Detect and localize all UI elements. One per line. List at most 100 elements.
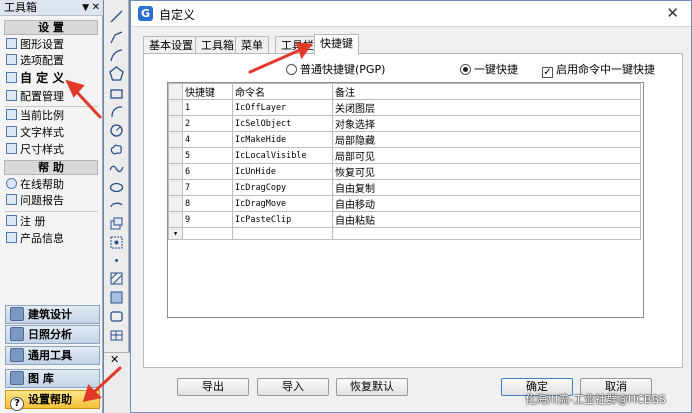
cell-command[interactable]: IcDragMove [232, 195, 333, 212]
table-row[interactable]: 5 IcLocalVisible 局部可见 [168, 147, 641, 164]
table-row[interactable]: 9 IcPasteClip 自由粘贴 [168, 211, 641, 228]
register-icon [6, 215, 17, 226]
rectangle-tool-icon[interactable] [109, 86, 124, 101]
gradient-tool-icon[interactable] [109, 290, 124, 305]
cell-key[interactable]: 8 [182, 195, 233, 212]
cell-key[interactable]: 5 [182, 147, 233, 164]
table-tool-icon[interactable] [109, 328, 124, 343]
cell-command[interactable] [232, 227, 333, 240]
close-icon[interactable]: ✕ [92, 0, 100, 16]
cell-remark[interactable]: 局部可见 [332, 147, 641, 164]
insert-block-tool-icon[interactable] [109, 216, 124, 231]
row-header[interactable] [168, 163, 183, 180]
import-button[interactable]: 导入 [257, 378, 329, 396]
toolbox-tab-architecture[interactable]: 建筑设计 [5, 305, 100, 324]
toolbox-item-config-manager[interactable]: 配置管理 [6, 89, 100, 104]
cell-command[interactable]: IcMakeHide [232, 131, 333, 148]
cell-command[interactable]: IcPasteClip [232, 211, 333, 228]
cell-key[interactable]: 7 [182, 179, 233, 196]
checkbox-enable-onekey[interactable]: ✓ 启用命令中一键快捷 [542, 61, 655, 78]
toolbox-item-graphic-settings[interactable]: 图形设置 [6, 37, 100, 52]
cell-remark[interactable]: 自由复制 [332, 179, 641, 196]
radio-normal-shortcut[interactable]: 普通快捷键(PGP) [286, 61, 385, 77]
table-row[interactable]: 8 IcDragMove 自由移动 [168, 195, 641, 212]
row-header[interactable] [168, 147, 183, 164]
cell-key[interactable]: 4 [182, 131, 233, 148]
restore-default-button[interactable]: 恢复默认 [336, 378, 408, 396]
close-icon[interactable]: ✕ [110, 353, 119, 366]
toolbox-tab-general-tools[interactable]: 通用工具 [5, 346, 100, 365]
cell-remark[interactable]: 恢复可见 [332, 163, 641, 180]
cell-command[interactable]: IcSelObject [232, 115, 333, 132]
toolbox-item-report-problem[interactable]: 问题报告 [6, 193, 100, 208]
toolbox-item-dim-style[interactable]: 尺寸样式 [6, 142, 100, 157]
row-header[interactable] [168, 211, 183, 228]
region-tool-icon[interactable] [109, 309, 124, 324]
cell-remark[interactable] [332, 227, 641, 240]
cell-key[interactable]: 2 [182, 115, 233, 132]
toolbox-item-text-style[interactable]: 文字样式 [6, 125, 100, 140]
polygon-tool-icon[interactable] [109, 66, 124, 81]
tab-shortcut-keys[interactable]: 快捷键 [314, 34, 359, 55]
cell-key[interactable] [182, 227, 233, 240]
table-row[interactable]: 6 IcUnHide 恢复可见 [168, 163, 641, 180]
cell-command[interactable]: IcUnHide [232, 163, 333, 180]
toolbox-tab-settings-help[interactable]: ? 设置帮助 [5, 390, 100, 411]
arc-tool-icon[interactable] [109, 104, 124, 119]
revcloud-tool-icon[interactable] [109, 142, 124, 157]
section-help-header[interactable]: 帮 助 [4, 160, 98, 175]
toolbox-tab-library[interactable]: 图 库 [5, 369, 100, 388]
toolbox-item-customize[interactable]: 自 定 义 [6, 71, 100, 86]
cell-command[interactable]: IcOffLayer [232, 99, 333, 116]
polyline-tool-icon[interactable] [109, 30, 124, 45]
arc-line-tool-icon[interactable] [109, 48, 124, 63]
row-header[interactable] [168, 115, 183, 132]
tab-menu[interactable]: 菜单 [235, 36, 269, 54]
spline-tool-icon[interactable] [109, 161, 124, 176]
cell-command[interactable]: IcDragCopy [232, 179, 333, 196]
make-block-tool-icon[interactable] [109, 235, 124, 250]
close-icon[interactable]: ✕ [666, 4, 679, 22]
row-header[interactable] [168, 99, 183, 116]
table-row[interactable]: 7 IcDragCopy 自由复制 [168, 179, 641, 196]
pin-icon[interactable]: ▼ [82, 0, 89, 16]
toolbox-tab-sunlight[interactable]: 日照分析 [5, 325, 100, 344]
cell-remark[interactable]: 对象选择 [332, 115, 641, 132]
cell-command[interactable]: IcLocalVisible [232, 147, 333, 164]
cell-remark[interactable]: 关闭图层 [332, 99, 641, 116]
cell-key[interactable]: 6 [182, 163, 233, 180]
cell-key[interactable]: 9 [182, 211, 233, 228]
cell-remark[interactable]: 自由移动 [332, 195, 641, 212]
col-header-remark[interactable]: 备注 [332, 83, 641, 100]
section-settings-header[interactable]: 设 置 [4, 20, 98, 35]
col-header-command[interactable]: 命令名 [232, 83, 333, 100]
toolbox-item-option-config[interactable]: 选项配置 [6, 53, 100, 68]
row-header[interactable] [168, 179, 183, 196]
table-row[interactable]: 2 IcSelObject 对象选择 [168, 115, 641, 132]
toolbox-item-product-info[interactable]: 产品信息 [6, 231, 100, 246]
table-row[interactable]: 1 IcOffLayer 关闭图层 [168, 99, 641, 116]
toolbox-item-online-help[interactable]: 在线帮助 [6, 177, 100, 192]
col-header-key[interactable]: 快捷键 [182, 83, 233, 100]
export-button[interactable]: 导出 [177, 378, 249, 396]
ellipse-tool-icon[interactable] [109, 180, 124, 195]
row-header[interactable] [168, 131, 183, 148]
ellipse-arc-tool-icon[interactable] [109, 198, 124, 213]
row-header[interactable] [168, 195, 183, 212]
tab-toolbox[interactable]: 工具箱 [195, 36, 240, 54]
table-row[interactable]: 4 IcMakeHide 局部隐藏 [168, 131, 641, 148]
cell-key[interactable]: 1 [182, 99, 233, 116]
cell-remark[interactable]: 自由粘贴 [332, 211, 641, 228]
cell-remark[interactable]: 局部隐藏 [332, 131, 641, 148]
shortcut-grid[interactable]: 快捷键 命令名 备注 1 IcOffLayer 关闭图层 2 IcSelObject 对象… [167, 82, 644, 318]
radio-onekey-shortcut[interactable]: 一键快捷 [460, 61, 518, 77]
tab-basic-settings[interactable]: 基本设置 [143, 36, 199, 54]
new-entry-row[interactable]: ▾ [168, 227, 641, 240]
circle-tool-icon[interactable] [109, 123, 124, 138]
toolbox-item-current-scale[interactable]: 当前比例 [6, 108, 100, 123]
hatch-tool-icon[interactable] [109, 271, 124, 286]
toolbox-item-register[interactable]: 注 册 [6, 214, 100, 229]
line-tool-icon[interactable] [109, 9, 124, 24]
point-tool-icon[interactable] [109, 253, 124, 268]
config-manager-icon [6, 90, 17, 101]
